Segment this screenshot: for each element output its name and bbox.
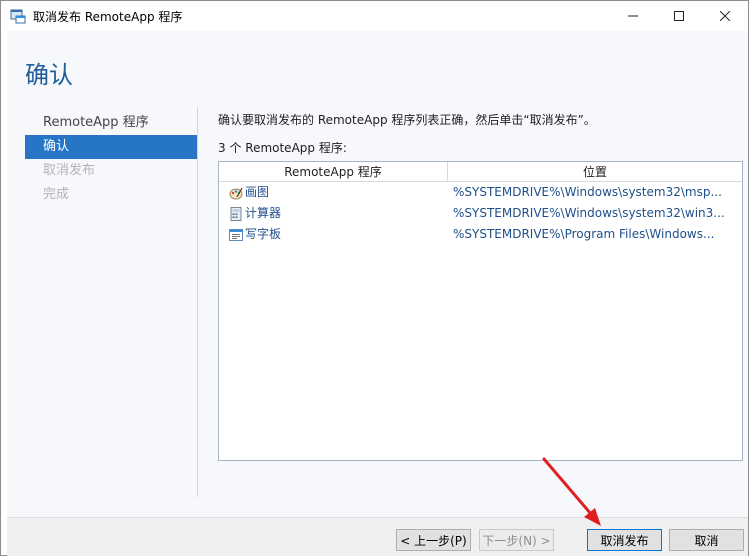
minimize-icon	[628, 15, 638, 17]
nav-item-finish: 完成	[43, 187, 70, 202]
calculator-icon	[230, 206, 242, 221]
wordpad-icon	[229, 228, 243, 241]
program-location: %SYSTEMDRIVE%\Program Files\Windows...	[453, 227, 715, 241]
program-location: %SYSTEMDRIVE%\Windows\system32\msp...	[453, 185, 722, 199]
table-row[interactable]: 画图 %SYSTEMDRIVE%\Windows\system32\msp...	[219, 182, 742, 203]
unpublish-remoteapp-dialog: 取消发布 RemoteApp 程序 确认 RemoteApp 程序 确认 取消发…	[0, 0, 749, 556]
program-name-cell: 计算器	[219, 203, 448, 224]
program-name: 画图	[245, 185, 270, 199]
program-count-label: 3 个 RemoteApp 程序:	[218, 141, 347, 155]
paint-icon	[229, 187, 243, 199]
nav-divider	[197, 107, 198, 497]
title-bar[interactable]: 取消发布 RemoteApp 程序	[1, 1, 748, 31]
wizard-nav: RemoteApp 程序 确认 取消发布 完成	[25, 111, 197, 207]
program-location: %SYSTEMDRIVE%\Windows\system32\win3...	[453, 206, 725, 220]
window-title: 取消发布 RemoteApp 程序	[33, 10, 183, 24]
column-header-location[interactable]: 位置	[448, 162, 742, 182]
close-icon	[720, 11, 730, 21]
program-name-cell: 画图	[219, 182, 448, 203]
next-button: 下一步(N) >	[479, 529, 554, 551]
wizard-footer: < 上一步(P) 下一步(N) > 取消发布 取消	[7, 517, 748, 556]
remoteapp-program-list[interactable]: RemoteApp 程序 位置 画图 %SYSTEMDRIVE%\Windows…	[218, 161, 743, 461]
close-button[interactable]	[702, 1, 748, 31]
confirm-description: 确认要取消发布的 RemoteApp 程序列表正确，然后单击“取消发布”。	[218, 113, 596, 127]
nav-item-remoteapp-programs[interactable]: RemoteApp 程序	[25, 111, 197, 135]
maximize-button[interactable]	[656, 1, 702, 31]
minimize-button[interactable]	[610, 1, 656, 31]
unpublish-button[interactable]: 取消发布	[587, 529, 662, 551]
program-name-cell: 写字板	[219, 224, 448, 245]
page-title: 确认	[25, 61, 73, 89]
list-header: RemoteApp 程序 位置	[219, 162, 742, 182]
maximize-icon	[674, 11, 684, 21]
cancel-button[interactable]: 取消	[669, 529, 744, 551]
column-header-program[interactable]: RemoteApp 程序	[219, 162, 448, 182]
table-row[interactable]: 计算器 %SYSTEMDRIVE%\Windows\system32\win3.…	[219, 203, 742, 224]
program-name: 写字板	[245, 227, 282, 241]
wizard-content: 确认 RemoteApp 程序 确认 取消发布 完成 确认要取消发布的 Remo…	[7, 31, 748, 517]
table-row[interactable]: 写字板 %SYSTEMDRIVE%\Program Files\Windows.…	[219, 224, 742, 245]
program-name: 计算器	[245, 206, 282, 220]
previous-button[interactable]: < 上一步(P)	[396, 529, 471, 551]
remoteapp-app-icon	[10, 9, 26, 24]
nav-item-unpublish: 取消发布	[43, 163, 96, 178]
nav-item-confirm[interactable]: 确认	[25, 135, 197, 159]
